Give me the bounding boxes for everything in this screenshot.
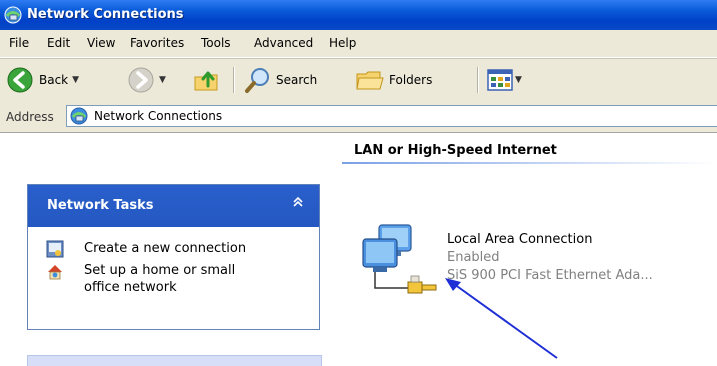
title-bar[interactable]: Network Connections [0, 0, 717, 31]
forward-arrow-icon [128, 67, 154, 93]
views-dropdown-icon[interactable]: ▼ [515, 75, 522, 85]
back-label: Back [39, 73, 69, 87]
address-bar: Address Network Connections [0, 101, 717, 133]
folders-icon [356, 71, 384, 90]
menu-view[interactable]: View [87, 36, 115, 50]
section-title: LAN or High-Speed Internet [354, 143, 557, 158]
create-connection-link[interactable]: Create a new connection [84, 240, 246, 257]
connection-name[interactable]: Local Area Connection [447, 232, 592, 247]
home-network-link-line2[interactable]: office network [84, 279, 177, 296]
forward-button[interactable]: ▼ [127, 59, 166, 101]
views-icon [487, 69, 513, 91]
menu-file[interactable]: File [9, 36, 29, 50]
toolbar: Back ▼ ▼ Search Folders ▼ [0, 58, 717, 102]
collapse-chevron-icon[interactable] [288, 195, 308, 215]
folders-button[interactable]: Folders [355, 59, 432, 101]
address-label: Address [6, 110, 54, 124]
home-network-icon [48, 265, 62, 280]
address-input[interactable]: Network Connections [66, 105, 717, 127]
back-button[interactable]: Back ▼ [6, 59, 79, 101]
address-value: Network Connections [94, 109, 223, 123]
search-label: Search [276, 73, 318, 87]
network-tasks-title: Network Tasks [47, 198, 154, 213]
views-button[interactable]: ▼ [487, 59, 522, 101]
menu-tools[interactable]: Tools [201, 36, 231, 50]
network-tasks-body: Create a new connection Set up a home or… [28, 227, 319, 329]
home-network-link-line1[interactable]: Set up a home or small [84, 262, 235, 279]
up-folder-icon [194, 71, 218, 91]
search-icon [245, 68, 269, 93]
network-tasks-panel: Network Tasks Create a new connection Se… [27, 184, 320, 330]
other-places-panel-header[interactable] [27, 355, 322, 366]
network-connections-icon [4, 6, 22, 24]
toolbar-separator [477, 67, 479, 93]
search-button[interactable]: Search [243, 59, 317, 101]
window-title: Network Connections [27, 7, 184, 22]
back-arrow-icon [7, 67, 33, 93]
up-folder-button[interactable] [192, 59, 220, 101]
toolbar-separator [233, 67, 235, 93]
tasks-pane: Network Tasks Create a new connection Se… [0, 133, 336, 366]
menu-bar: File Edit View Favorites Tools Advanced … [0, 30, 717, 58]
menu-favorites[interactable]: Favorites [130, 36, 184, 50]
menu-edit[interactable]: Edit [47, 36, 70, 50]
new-connection-icon [46, 240, 64, 258]
section-divider [342, 162, 717, 164]
network-tasks-header[interactable]: Network Tasks [28, 185, 319, 227]
annotation-arrow [445, 278, 558, 359]
folders-label: Folders [389, 73, 433, 87]
menu-advanced[interactable]: Advanced [254, 36, 313, 50]
connection-status: Enabled [447, 250, 500, 265]
network-connections-icon [70, 107, 88, 125]
menu-help[interactable]: Help [329, 36, 356, 50]
back-dropdown-icon[interactable]: ▼ [72, 75, 79, 85]
forward-dropdown-icon[interactable]: ▼ [159, 75, 166, 85]
